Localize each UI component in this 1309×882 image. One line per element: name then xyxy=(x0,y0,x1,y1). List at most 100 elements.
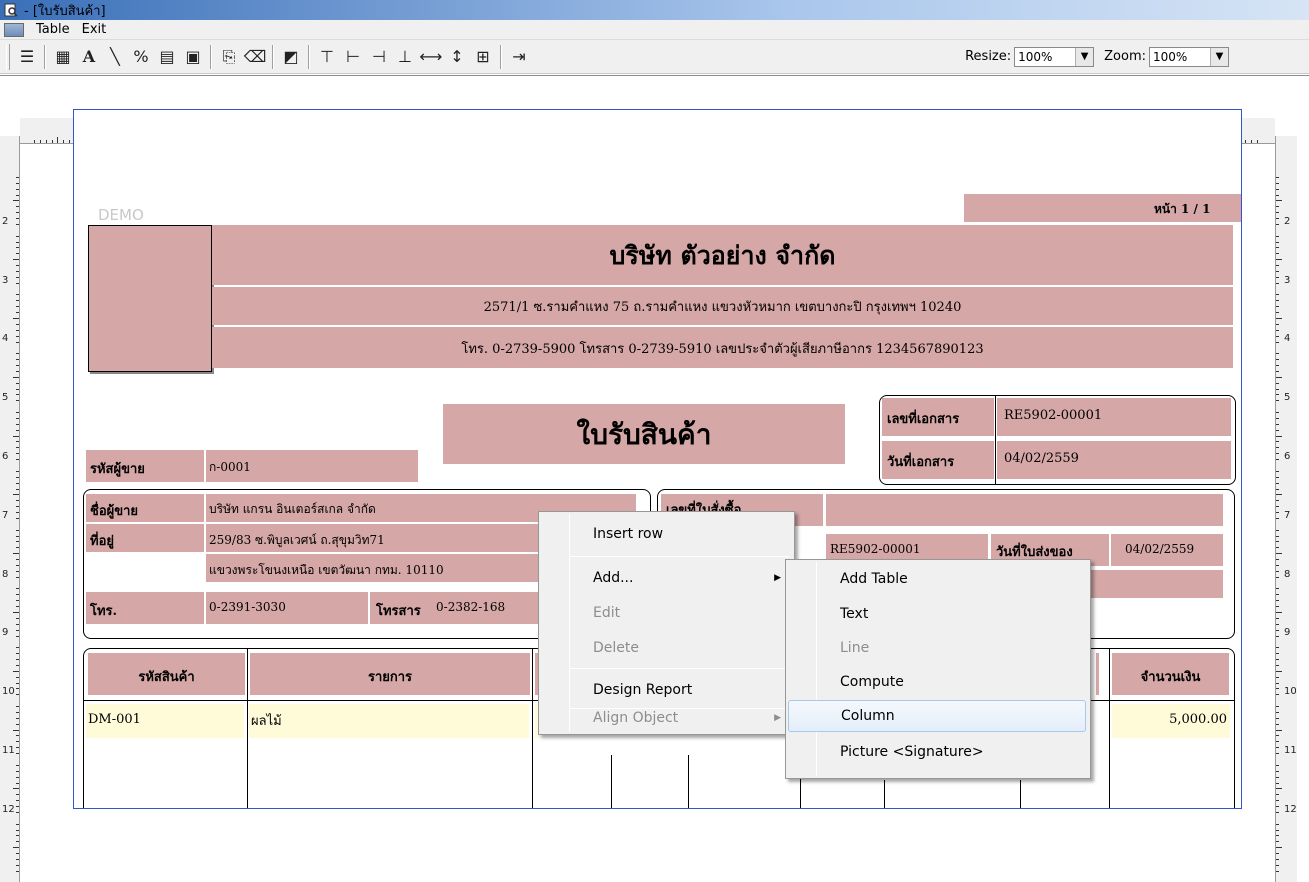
ruler-tick xyxy=(1276,341,1279,343)
menu-insert-row[interactable]: Insert row xyxy=(541,518,791,550)
menu-edit[interactable]: Edit xyxy=(541,597,791,629)
menu-add-text[interactable]: Text xyxy=(788,598,1086,630)
row-1-code[interactable]: DM-001 xyxy=(88,712,141,727)
ruler-tick xyxy=(16,359,19,361)
resize-select[interactable]: 100% ▼ xyxy=(1014,46,1095,67)
ruler-tick xyxy=(1276,776,1279,778)
ruler-tick xyxy=(16,447,19,449)
ruler-tick xyxy=(51,140,53,143)
ruler-tick xyxy=(16,770,19,772)
context-menu: Insert row Add... ▶ Edit Delete Design Re… xyxy=(538,511,795,735)
zoom-select[interactable]: 100% ▼ xyxy=(1149,46,1229,67)
menu-align-object[interactable]: Align Object ▶ xyxy=(541,702,791,734)
delivery-date-value[interactable]: 04/02/2559 xyxy=(1125,542,1194,556)
line-icon[interactable]: ╲ xyxy=(103,45,127,69)
fax-value[interactable]: 0-2382-168 xyxy=(436,600,505,614)
ruler-tick xyxy=(1276,800,1279,802)
ruler-tick xyxy=(16,500,19,502)
ruler-tick xyxy=(1276,606,1279,608)
company-name[interactable]: บริษัท ตัวอย่าง จำกัด xyxy=(212,236,1233,276)
supplier-name-value[interactable]: บริษัท แกรน อินเตอร์สเกล จำกัด xyxy=(209,500,376,519)
ruler-tick xyxy=(16,382,19,384)
chevron-down-icon[interactable]: ▼ xyxy=(1075,47,1094,66)
logo-placeholder[interactable] xyxy=(88,225,212,372)
doc-date-value[interactable]: 04/02/2559 xyxy=(1004,451,1079,466)
properties-icon[interactable]: ☰ xyxy=(15,45,39,69)
ruler-tick xyxy=(1276,782,1279,784)
doc-no-value[interactable]: RE5902-00001 xyxy=(1004,408,1102,423)
menu-exit[interactable]: Exit xyxy=(82,22,107,37)
ruler-tick xyxy=(1276,706,1279,708)
ruler-tick xyxy=(16,235,19,237)
column-icon[interactable]: ▤ xyxy=(155,45,179,69)
col-header-amount[interactable]: จำนวนเงิน xyxy=(1112,666,1229,687)
chevron-down-icon[interactable]: ▼ xyxy=(1210,47,1228,66)
ruler-tick xyxy=(16,300,19,302)
ruler-tick xyxy=(16,653,19,655)
menu-add-column[interactable]: Column xyxy=(788,700,1086,732)
vertical-ruler-left[interactable]: 2 3 4 5 6 7 8 9 10 11 12 xyxy=(0,136,20,882)
vertical-ruler-right[interactable]: 2 3 4 5 6 7 8 9 10 11 12 xyxy=(1275,136,1297,882)
supplier-code-value[interactable]: ก-0001 xyxy=(209,458,251,477)
tel-value[interactable]: 0-2391-3030 xyxy=(209,600,286,614)
ruler-tick xyxy=(1276,841,1279,843)
ruler-tick xyxy=(16,576,19,578)
ruler-tick xyxy=(1276,623,1279,625)
toolbar-grip[interactable] xyxy=(6,43,10,70)
company-contact[interactable]: โทร. 0-2739-5900 โทรสาร 0-2739-5910 เลขป… xyxy=(212,338,1233,359)
exit-icon[interactable]: ⇥ xyxy=(507,45,531,69)
ruler-tick xyxy=(16,829,19,831)
copy-format-icon[interactable]: ⎘ xyxy=(217,45,241,69)
ruler-tick xyxy=(1276,541,1279,543)
ruler-tick xyxy=(16,370,19,372)
company-address[interactable]: 2571/1 ซ.รามคำแหง 75 ถ.รามคำแหง แขวงหัวห… xyxy=(212,296,1233,317)
compute-icon[interactable]: % xyxy=(129,45,153,69)
menu-table[interactable]: Table xyxy=(36,22,70,37)
ruler-tick xyxy=(16,659,19,661)
eraser-icon[interactable]: ⌫ xyxy=(243,45,267,69)
align-right-icon[interactable]: ⊣ xyxy=(367,45,391,69)
menu-add[interactable]: Add... ▶ xyxy=(541,562,791,594)
ruler-tick xyxy=(1276,576,1279,578)
menu-add-line[interactable]: Line xyxy=(788,632,1086,664)
ruler-tick xyxy=(1256,140,1258,143)
menu-add-compute[interactable]: Compute xyxy=(788,666,1086,698)
ruler-number: 12 xyxy=(2,803,15,815)
menu-delete[interactable]: Delete xyxy=(541,632,791,664)
align-left-icon[interactable]: ⊢ xyxy=(341,45,365,69)
ruler-tick xyxy=(1276,694,1279,696)
align-bottom-icon[interactable]: ⊥ xyxy=(393,45,417,69)
address-line-1[interactable]: 259/83 ซ.พิบูลเวศน์ ถ.สุขุมวิท71 xyxy=(209,531,385,550)
ruler-tick xyxy=(1276,547,1279,549)
ruler-tick xyxy=(16,535,19,537)
ruler-tick xyxy=(1276,400,1279,402)
mdi-window-icon[interactable] xyxy=(4,22,24,37)
align-top-icon[interactable]: ⊤ xyxy=(315,45,339,69)
ruler-tick xyxy=(1276,864,1279,866)
delivery-no-value[interactable]: RE5902-00001 xyxy=(830,542,921,556)
ruler-number: 2 xyxy=(1284,215,1291,227)
picture-icon[interactable]: ▣ xyxy=(181,45,205,69)
menu-bar: Table Exit xyxy=(0,20,1309,40)
ruler-tick xyxy=(16,353,19,355)
document-title[interactable]: ใบรับสินค้า xyxy=(443,413,845,457)
row-1-amount[interactable]: 5,000.00 xyxy=(1112,712,1227,727)
ruler-number: 9 xyxy=(1284,627,1291,639)
ruler-tick xyxy=(1276,429,1279,431)
same-width-icon[interactable]: ⟷ xyxy=(419,45,443,69)
ruler-tick xyxy=(1276,858,1279,860)
ruler-tick xyxy=(16,206,19,208)
chart-icon[interactable]: ◩ xyxy=(279,45,303,69)
menu-add-table[interactable]: Add Table xyxy=(788,563,1086,595)
menu-add-picture-signature[interactable]: Picture <Signature> xyxy=(788,736,1086,768)
address-line-2[interactable]: แขวงพระโขนงเหนือ เขตวัฒนา กทม. 10110 xyxy=(209,561,444,580)
ruler-tick xyxy=(16,623,19,625)
row-1-desc[interactable]: ผลไม้ xyxy=(251,710,282,731)
same-height-icon[interactable]: ↕ xyxy=(445,45,469,69)
col-header-code[interactable]: รหัสสินค้า xyxy=(88,666,245,687)
same-size-icon[interactable]: ⊞ xyxy=(471,45,495,69)
ruler-tick xyxy=(16,365,19,367)
table-icon[interactable]: ▦ xyxy=(51,45,75,69)
col-header-desc[interactable]: รายการ xyxy=(250,666,530,687)
text-icon[interactable]: A xyxy=(77,45,101,69)
